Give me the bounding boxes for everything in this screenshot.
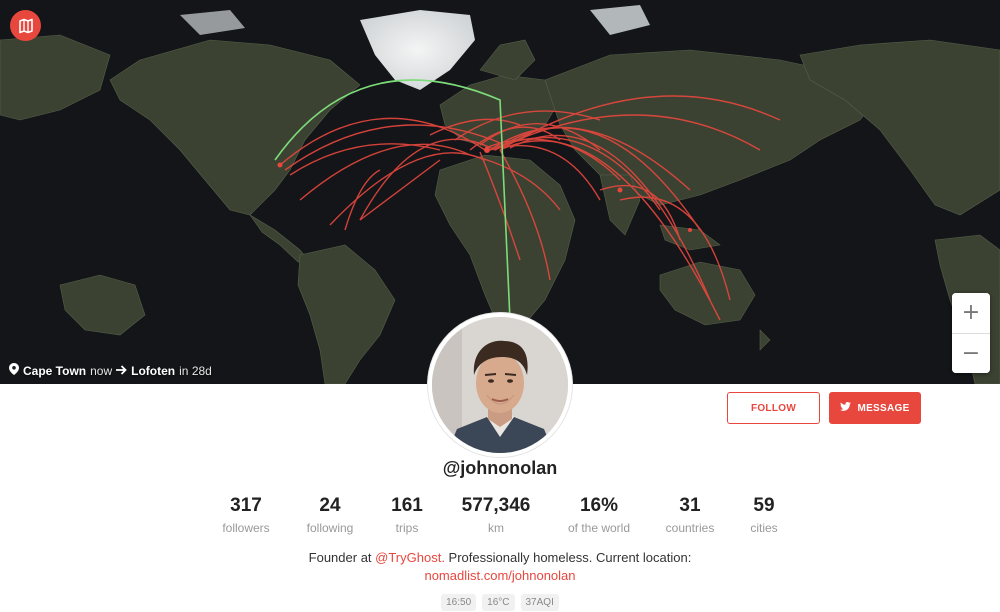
stat-label: km bbox=[488, 521, 504, 535]
next-city[interactable]: Lofoten bbox=[131, 364, 175, 378]
stat-label: countries bbox=[665, 521, 715, 535]
stat-following[interactable]: 24 following bbox=[307, 495, 354, 535]
current-city[interactable]: Cape Town bbox=[23, 364, 86, 378]
bio-mention-link[interactable]: @TryGhost. bbox=[375, 550, 445, 565]
follow-label: FOLLOW bbox=[750, 402, 797, 414]
stat-value: 577,346 bbox=[461, 495, 531, 516]
bio-suffix: Professionally homeless. Current locatio… bbox=[444, 550, 692, 565]
air-quality-chip: 37AQI bbox=[520, 594, 559, 611]
stat-km[interactable]: 577,346 km bbox=[462, 495, 531, 535]
current-suffix: now bbox=[90, 363, 113, 378]
stat-cities[interactable]: 59 cities bbox=[750, 495, 777, 535]
stat-value: 16% bbox=[579, 495, 619, 516]
username: @johnonolan bbox=[442, 458, 558, 478]
stat-label: followers bbox=[222, 521, 270, 535]
map-logo-icon[interactable] bbox=[10, 10, 41, 41]
profile-bio: Founder at @TryGhost. Professionally hom… bbox=[0, 549, 1000, 585]
zoom-control: + − bbox=[952, 293, 990, 373]
zoom-in-button[interactable]: + bbox=[952, 293, 990, 333]
stat-value: 31 bbox=[679, 495, 701, 516]
temperature-chip: 16°C bbox=[482, 594, 515, 611]
avatar-portrait bbox=[432, 317, 568, 453]
stat-followers[interactable]: 317 followers bbox=[222, 495, 269, 535]
stat-label: cities bbox=[750, 521, 778, 535]
stat-trips[interactable]: 161 trips bbox=[391, 495, 423, 535]
info-chips: 16:50 16°C 37AQI bbox=[0, 594, 1000, 611]
stat-countries[interactable]: 31 countries bbox=[666, 495, 715, 535]
arrow-right-icon bbox=[116, 364, 127, 378]
follow-button[interactable]: FOLLOW bbox=[727, 392, 820, 424]
stat-label: trips bbox=[395, 521, 419, 535]
avatar[interactable] bbox=[428, 313, 572, 457]
stat-value: 24 bbox=[319, 495, 341, 516]
next-suffix: in 28d bbox=[179, 363, 212, 378]
profile-url-link[interactable]: nomadlist.com/johnonolan bbox=[424, 568, 575, 583]
message-button[interactable]: MESSAGE bbox=[829, 392, 921, 424]
map-pin-icon bbox=[9, 363, 19, 378]
stat-value: 59 bbox=[753, 495, 775, 516]
stat-label: following bbox=[306, 521, 354, 535]
bio-prefix: Founder at bbox=[308, 550, 376, 565]
local-time-chip: 16:50 bbox=[441, 594, 477, 611]
zoom-out-button[interactable]: − bbox=[952, 333, 990, 373]
stat-world[interactable]: 16% of the world bbox=[568, 495, 630, 535]
stat-value: 161 bbox=[391, 495, 423, 516]
stat-value: 317 bbox=[230, 495, 262, 516]
twitter-bird-icon bbox=[840, 402, 852, 414]
location-status: Cape Town now Lofoten in 28d bbox=[9, 363, 212, 378]
stat-label: of the world bbox=[567, 521, 631, 535]
message-label: MESSAGE bbox=[857, 402, 910, 414]
